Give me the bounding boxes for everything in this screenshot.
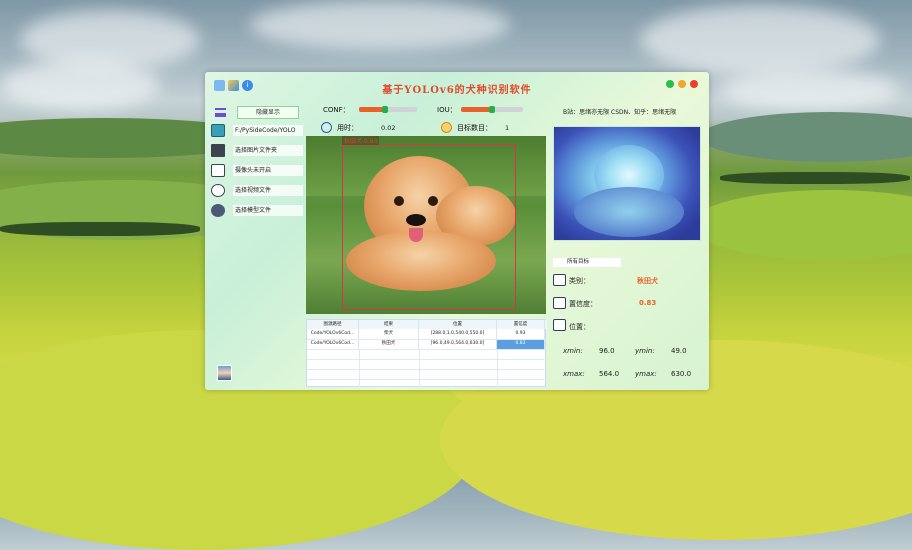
confidence-label: 置信度： — [569, 300, 597, 308]
class-label: 类别： — [569, 277, 590, 285]
image-icon — [211, 124, 225, 137]
window-title: 基于YOLOv6的犬种识别软件 — [382, 85, 532, 96]
table-header-path: 图源路径 — [307, 320, 359, 329]
ymax-label: ymax: — [635, 370, 657, 378]
table-gridline — [307, 369, 547, 370]
close-button[interactable] — [690, 80, 698, 88]
sidebar-item-video[interactable]: 选择视频文件 — [211, 184, 303, 198]
table-gridline — [307, 379, 547, 380]
detection-label: 秋田犬 0.83 — [342, 136, 380, 145]
target-count-icon — [441, 122, 452, 133]
confidence-icon — [553, 297, 566, 309]
table-header: 图源路径 结果 位置 置信度 — [307, 320, 547, 329]
avatar[interactable] — [217, 365, 232, 381]
model-icon — [211, 204, 225, 217]
clock-icon — [321, 122, 332, 133]
folder-icon — [211, 144, 225, 157]
time-label: 用时： — [337, 124, 358, 132]
sidebar-item-folder[interactable]: 选择图片文件夹 — [211, 144, 303, 158]
app-window: i 基于YOLOv6的犬种识别软件 隐藏显示 F:/PySideCode/YOL… — [205, 72, 709, 390]
xmax-label: xmax: — [563, 370, 585, 378]
table-header-confidence: 置信度 — [497, 320, 545, 329]
right-panel: B站：思绪亦无限 CSDN、知乎：思绪无限 所有目标 类别： 秋田犬 置信度： … — [551, 102, 705, 386]
image-path-field[interactable]: F:/PySideCode/YOLO — [233, 125, 303, 136]
table-header-location: 位置 — [419, 320, 497, 329]
detection-image: 秋田犬 0.83 — [306, 136, 546, 314]
xmax-value: 564.0 — [599, 370, 620, 378]
class-value: 秋田犬 — [637, 277, 658, 285]
detection-box — [342, 144, 516, 310]
results-table[interactable]: 图源路径 结果 位置 置信度 Code/YOLOv6Cod... 柴犬 [288… — [306, 319, 547, 387]
hide-display-button[interactable]: 隐藏显示 — [237, 106, 299, 119]
position-icon — [553, 319, 566, 331]
sidebar-item-model[interactable]: 选择模型文件 — [211, 204, 303, 218]
count-label: 目标数目： — [457, 124, 492, 132]
table-gridline — [419, 349, 420, 387]
camera-icon — [211, 164, 225, 177]
table-cell-confidence: 0.93 — [497, 329, 545, 339]
table-cell-result: 秋田犬 — [359, 339, 419, 349]
conf-slider[interactable] — [359, 106, 417, 113]
folder-button-label: 选择图片文件夹 — [233, 145, 303, 156]
iou-slider[interactable] — [461, 106, 523, 113]
table-gridline — [307, 349, 547, 350]
table-cell-location: [96.0,49.0,564.0,630.0] — [419, 339, 497, 349]
table-gridline — [307, 359, 547, 360]
position-label: 位置： — [569, 323, 590, 331]
iou-slider-fill — [461, 107, 492, 112]
table-gridline — [359, 349, 360, 387]
table-gridline — [307, 339, 547, 340]
time-value: 0.02 — [381, 124, 396, 132]
sidebar-item-image[interactable]: F:/PySideCode/YOLO — [211, 124, 303, 138]
table-header-result: 结果 — [359, 320, 419, 329]
count-value: 1 — [505, 124, 510, 132]
table-gridline — [497, 349, 498, 387]
author-info: B站：思绪亦无限 CSDN、知乎：思绪无限 — [563, 109, 677, 116]
heatmap-image — [553, 126, 701, 241]
iou-slider-handle[interactable] — [489, 106, 495, 113]
iou-label: IOU： — [437, 106, 457, 114]
table-row[interactable]: Code/YOLOv6Cod... 秋田犬 [96.0,49.0,564.0,6… — [307, 339, 547, 349]
xmin-label: xmin: — [563, 347, 583, 355]
table-cell-path: Code/YOLOv6Cod... — [307, 329, 359, 339]
sidebar: 隐藏显示 F:/PySideCode/YOLO 选择图片文件夹 摄像头未开启 选… — [209, 102, 307, 386]
dog-class-icon — [553, 274, 566, 286]
minimize-button[interactable] — [678, 80, 686, 88]
video-icon — [211, 184, 225, 197]
target-select[interactable]: 所有目标 — [553, 258, 621, 267]
ymax-value: 630.0 — [671, 370, 692, 378]
video-button-label: 选择视频文件 — [233, 185, 303, 196]
camera-button-label: 摄像头未开启 — [233, 165, 303, 176]
confidence-value: 0.83 — [639, 299, 657, 307]
parameter-bar: CONF： IOU： 用时： 0.02 目标数目： 1 — [315, 102, 555, 136]
table-cell-confidence: 0.83 — [497, 339, 545, 349]
table-cell-path: Code/YOLOv6Cod... — [307, 339, 359, 349]
table-row[interactable]: Code/YOLOv6Cod... 柴犬 [288.0,1.0,540.0,55… — [307, 329, 547, 339]
menu-icon[interactable] — [215, 108, 226, 117]
conf-label: CONF： — [323, 106, 350, 114]
title-bar: i 基于YOLOv6的犬种识别软件 — [205, 72, 709, 98]
heatmap-dog-body — [574, 187, 684, 237]
conf-slider-handle[interactable] — [382, 106, 389, 113]
ymin-label: ymin: — [635, 347, 655, 355]
sidebar-item-camera[interactable]: 摄像头未开启 — [211, 164, 303, 178]
model-button-label: 选择模型文件 — [233, 205, 303, 216]
table-cell-result: 柴犬 — [359, 329, 419, 339]
table-cell-location: [288.0,1.0,540.0,550.0] — [419, 329, 497, 339]
maximize-button[interactable] — [666, 80, 674, 88]
xmin-value: 96.0 — [599, 347, 615, 355]
ymin-value: 49.0 — [671, 347, 687, 355]
